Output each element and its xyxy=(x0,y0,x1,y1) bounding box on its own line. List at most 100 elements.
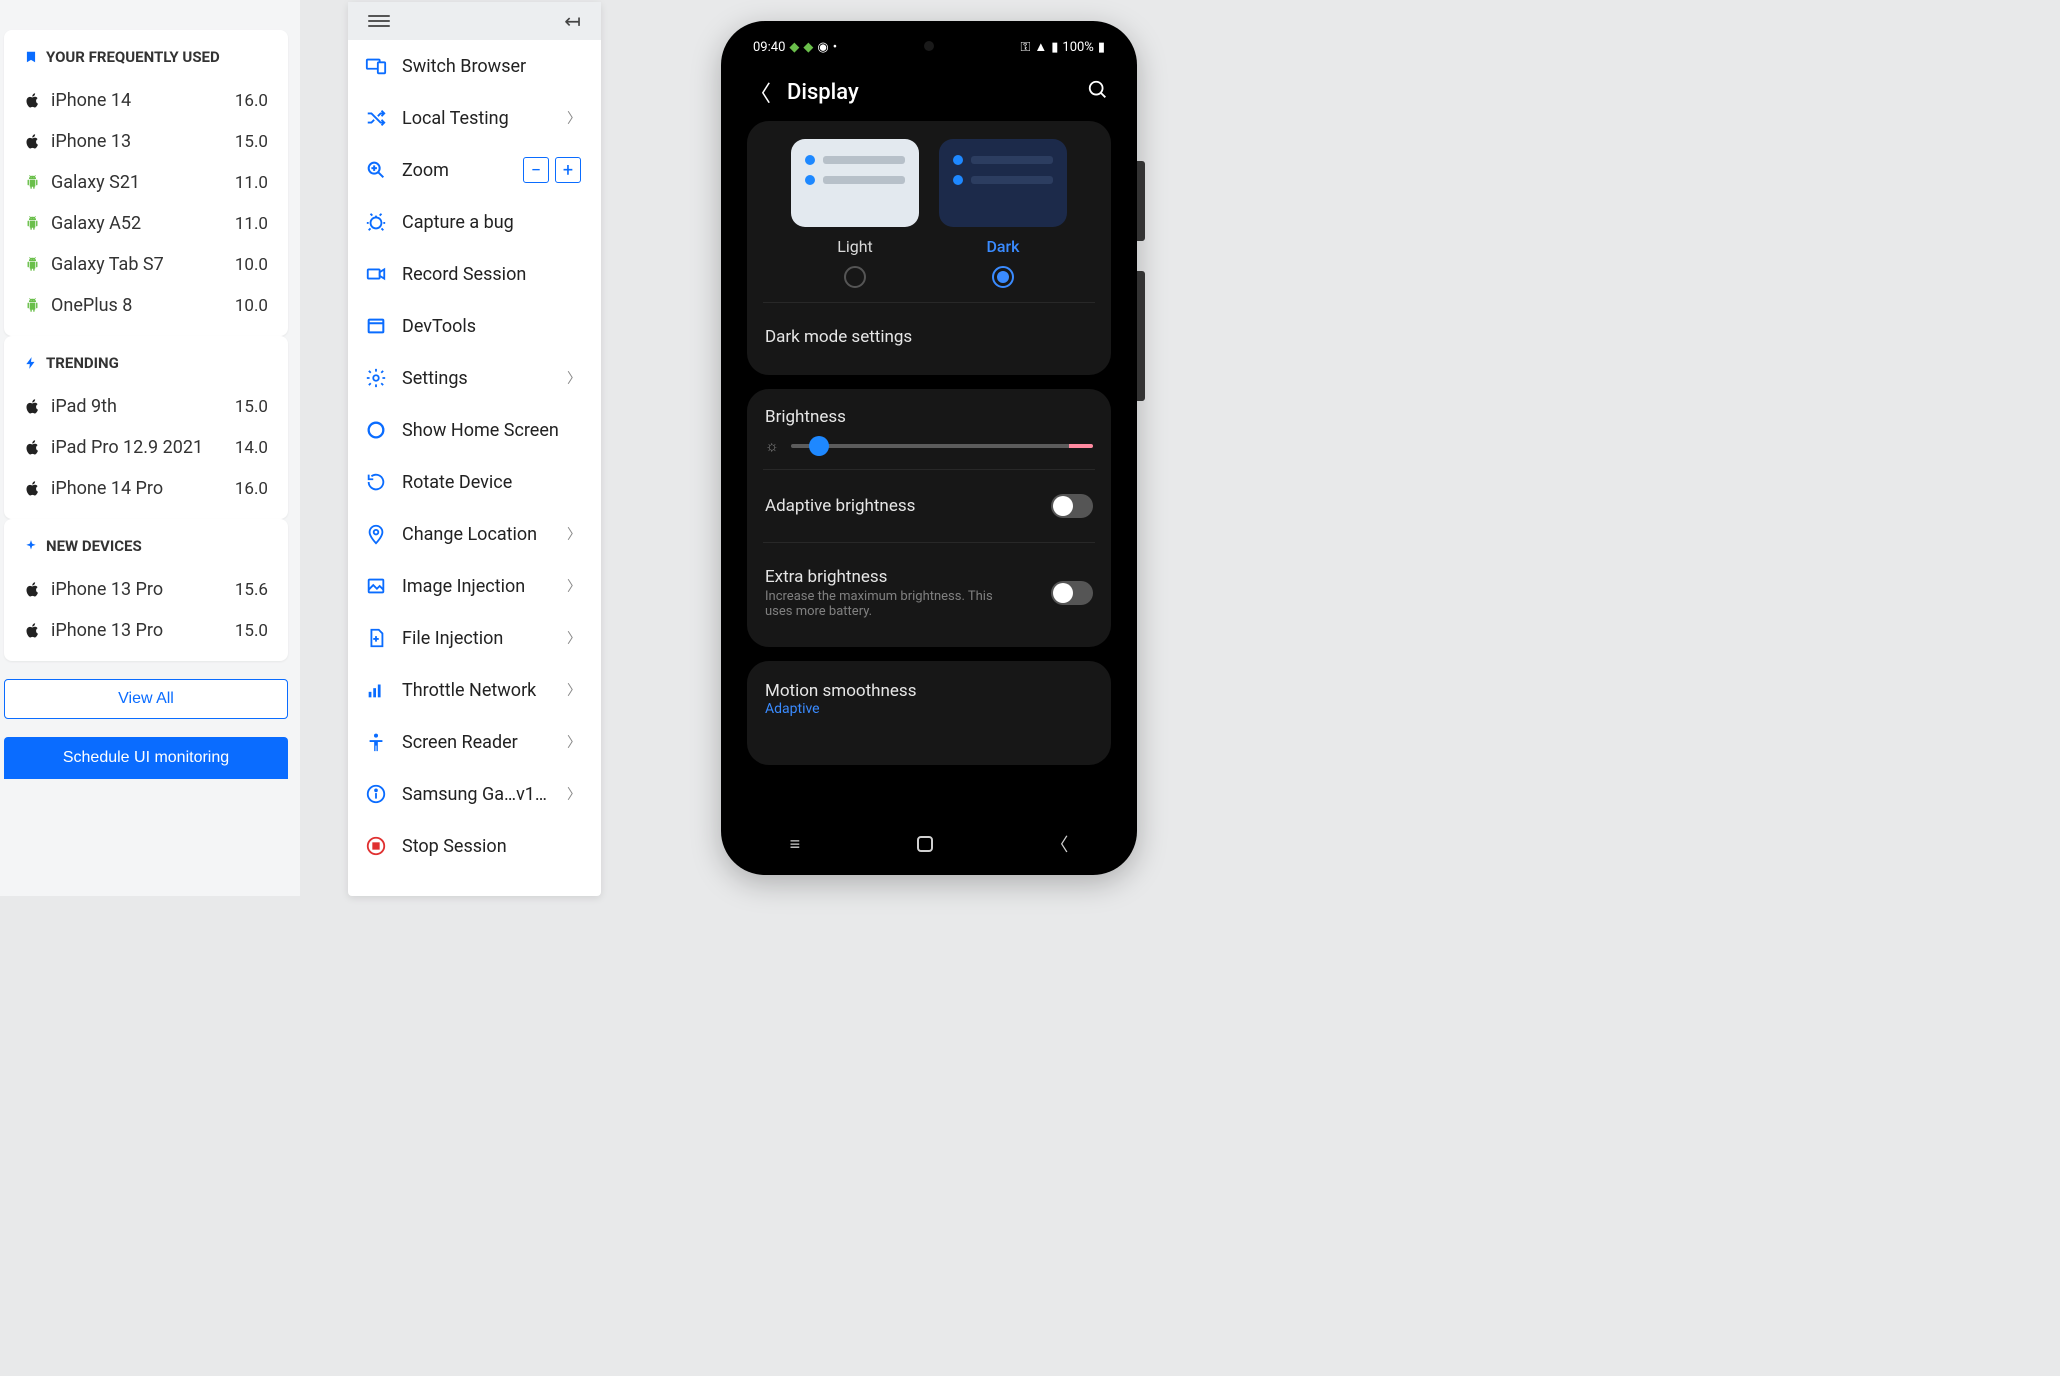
device-frame: 09:40 ◆ ◆ ◉ • ⚿ ▲ ▮ 100% ▮ 〈 Display xyxy=(721,21,1137,875)
tool-image-injection[interactable]: Image Injection 〉 xyxy=(348,560,601,612)
tool-label: Switch Browser xyxy=(402,56,581,77)
tool-throttle[interactable]: Throttle Network〉 xyxy=(348,664,601,716)
tool-stop[interactable]: Stop Session xyxy=(348,820,601,872)
chevron-right-icon: 〉 xyxy=(567,368,581,388)
chevron-right-icon: 〉 xyxy=(567,680,581,700)
dot-icon: • xyxy=(833,40,837,55)
device-name: Galaxy Tab S7 xyxy=(51,254,164,275)
tool-label: Change Location xyxy=(402,524,553,545)
tool-label: Record Session xyxy=(402,264,581,285)
device-name: iPhone 14 Pro xyxy=(51,478,163,499)
adaptive-brightness-label: Adaptive brightness xyxy=(765,496,915,516)
device-row[interactable]: iPad Pro 12.9 2021 14.0 xyxy=(24,427,268,468)
zoom-in-button[interactable]: + xyxy=(555,157,581,183)
theme-dark-radio[interactable] xyxy=(992,266,1014,288)
device-row[interactable]: iPhone 14 16.0 xyxy=(24,80,268,121)
pin-icon xyxy=(364,522,388,546)
section-header: YOUR FREQUENTLY USED xyxy=(24,48,268,66)
chevron-right-icon: 〉 xyxy=(567,108,581,128)
motion-smoothness-row[interactable]: Motion smoothness Adaptive xyxy=(765,679,1093,717)
device-row[interactable]: Galaxy A52 11.0 xyxy=(24,203,268,244)
hamburger-icon[interactable] xyxy=(368,15,390,27)
device-version: 10.0 xyxy=(235,255,268,275)
device-version: 16.0 xyxy=(235,479,268,499)
device-section: TRENDING iPad 9th 15.0 iPad Pro 12.9 202… xyxy=(4,336,288,519)
tool-record-session[interactable]: Record Session xyxy=(348,248,601,300)
section-header: TRENDING xyxy=(24,354,268,372)
extra-brightness-toggle[interactable] xyxy=(1051,581,1093,605)
zoom-out-button[interactable]: − xyxy=(523,157,549,183)
device-name: iPhone 14 xyxy=(51,90,131,111)
tool-capture-bug[interactable]: Capture a bug xyxy=(348,196,601,248)
brightness-slider[interactable]: ☼ xyxy=(765,437,1093,455)
search-icon[interactable] xyxy=(1087,79,1109,106)
device-row[interactable]: iPhone 13 15.0 xyxy=(24,121,268,162)
theme-light-preview xyxy=(791,139,919,227)
tool-label: Image Injection xyxy=(402,576,553,597)
tool-device-info[interactable]: Samsung Ga…v12.0〉 xyxy=(348,768,601,820)
back-button[interactable]: 〈 xyxy=(749,76,771,108)
extra-brightness-row[interactable]: Extra brightness Increase the maximum br… xyxy=(765,557,1093,629)
device-version: 15.0 xyxy=(235,132,268,152)
device-row[interactable]: Galaxy Tab S7 10.0 xyxy=(24,244,268,285)
chevron-right-icon: 〉 xyxy=(567,628,581,648)
theme-light-radio[interactable] xyxy=(844,266,866,288)
theme-dark-label: Dark xyxy=(986,237,1019,256)
collapse-panel-icon[interactable]: ↤ xyxy=(564,9,581,33)
device-row[interactable]: iPhone 14 Pro 16.0 xyxy=(24,468,268,509)
dark-mode-settings-label: Dark mode settings xyxy=(765,327,912,347)
schedule-monitoring-button[interactable]: Schedule UI monitoring xyxy=(4,737,288,779)
tool-switch-browser[interactable]: Switch Browser xyxy=(348,40,601,92)
device-version: 11.0 xyxy=(235,214,268,234)
home-button[interactable] xyxy=(917,836,933,852)
file-icon xyxy=(364,626,388,650)
tool-local-testing[interactable]: Local Testing〉 xyxy=(348,92,601,144)
motion-smoothness-label: Motion smoothness xyxy=(765,681,916,701)
device-row[interactable]: iPad 9th 15.0 xyxy=(24,386,268,427)
device-name: iPad Pro 12.9 2021 xyxy=(51,437,203,458)
recents-button[interactable]: ≡ xyxy=(790,834,801,855)
devices-icon xyxy=(364,54,388,78)
device-screen[interactable]: 09:40 ◆ ◆ ◉ • ⚿ ▲ ▮ 100% ▮ 〈 Display xyxy=(731,31,1127,865)
tool-home-screen[interactable]: Show Home Screen xyxy=(348,404,601,456)
dark-mode-settings-row[interactable]: Dark mode settings xyxy=(765,317,1093,357)
android-icon: ◆ xyxy=(803,40,813,55)
tool-location[interactable]: Change Location〉 xyxy=(348,508,601,560)
tool-label: Screen Reader xyxy=(402,732,553,753)
device-row[interactable]: Galaxy S21 11.0 xyxy=(24,162,268,203)
view-all-button[interactable]: View All xyxy=(4,679,288,719)
theme-dark-option[interactable]: Dark xyxy=(939,139,1067,288)
theme-card: Light Dark xyxy=(747,121,1111,375)
tool-label: Zoom xyxy=(402,160,509,181)
back-nav-button[interactable]: 〈 xyxy=(1050,831,1068,857)
image-icon xyxy=(364,574,388,598)
device-row[interactable]: iPhone 13 Pro 15.6 xyxy=(24,569,268,610)
device-row[interactable]: iPhone 13 Pro 15.0 xyxy=(24,610,268,651)
circle-icon xyxy=(364,418,388,442)
tool-label: Show Home Screen xyxy=(402,420,581,441)
device-version: 15.0 xyxy=(235,397,268,417)
signal-icon: ▮ xyxy=(1051,40,1058,55)
info-icon xyxy=(364,782,388,806)
tool-settings[interactable]: Settings〉 xyxy=(348,352,601,404)
tool-rotate[interactable]: Rotate Device xyxy=(348,456,601,508)
shuffle-icon xyxy=(364,106,388,130)
theme-light-option[interactable]: Light xyxy=(791,139,919,288)
chevron-right-icon: 〉 xyxy=(567,576,581,596)
theme-light-label: Light xyxy=(837,237,873,256)
tool-label: Samsung Ga…v12.0 xyxy=(402,784,553,805)
tool-label: Capture a bug xyxy=(402,212,581,233)
device-name: OnePlus 8 xyxy=(51,295,132,316)
tool-devtools[interactable]: DevTools xyxy=(348,300,601,352)
device-row[interactable]: OnePlus 8 10.0 xyxy=(24,285,268,326)
chevron-right-icon: 〉 xyxy=(567,732,581,752)
device-version: 16.0 xyxy=(235,91,268,111)
tool-file-injection[interactable]: File Injection〉 xyxy=(348,612,601,664)
device-version: 15.6 xyxy=(235,580,268,600)
tool-zoom[interactable]: Zoom − + xyxy=(348,144,601,196)
tool-screen-reader[interactable]: Screen Reader 〉 xyxy=(348,716,601,768)
android-icon: ◆ xyxy=(789,40,799,55)
adaptive-brightness-row[interactable]: Adaptive brightness xyxy=(765,484,1093,528)
adaptive-brightness-toggle[interactable] xyxy=(1051,494,1093,518)
device-version: 15.0 xyxy=(235,621,268,641)
